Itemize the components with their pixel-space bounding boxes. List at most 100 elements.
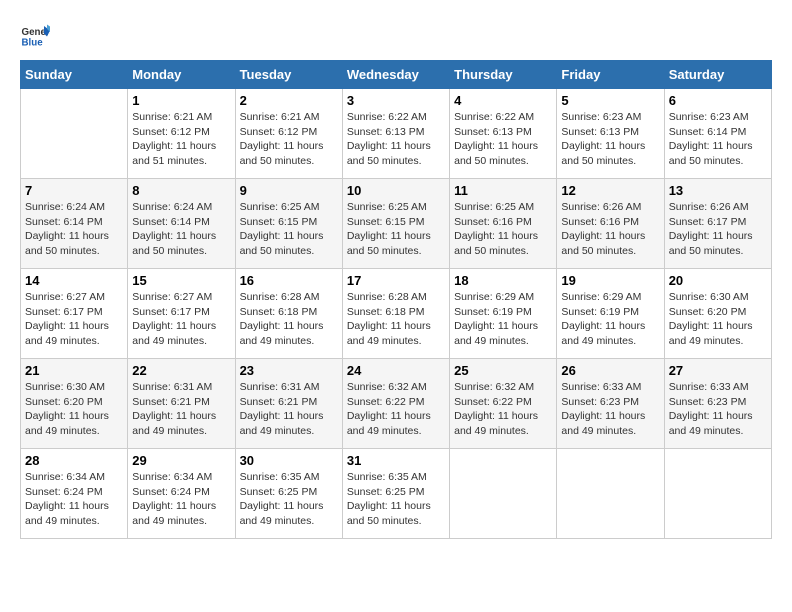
day-info: Sunrise: 6:22 AM Sunset: 6:13 PM Dayligh…: [347, 110, 445, 169]
calendar-cell: 15 Sunrise: 6:27 AM Sunset: 6:17 PM Dayli…: [128, 269, 235, 359]
calendar-cell: 21 Sunrise: 6:30 AM Sunset: 6:20 PM Dayli…: [21, 359, 128, 449]
week-row-2: 7 Sunrise: 6:24 AM Sunset: 6:14 PM Daylig…: [21, 179, 772, 269]
day-number: 2: [240, 93, 338, 108]
week-row-3: 14 Sunrise: 6:27 AM Sunset: 6:17 PM Dayli…: [21, 269, 772, 359]
day-info: Sunrise: 6:32 AM Sunset: 6:22 PM Dayligh…: [454, 380, 552, 439]
day-info: Sunrise: 6:31 AM Sunset: 6:21 PM Dayligh…: [240, 380, 338, 439]
calendar-cell: 24Sunrise: 6:32 AM Sunset: 6:22 PM Dayli…: [342, 359, 449, 449]
day-info: Sunrise: 6:27 AM Sunset: 6:17 PM Dayligh…: [25, 290, 123, 349]
calendar-cell: 23 Sunrise: 6:31 AM Sunset: 6:21 PM Dayli…: [235, 359, 342, 449]
calendar-cell: 4 Sunrise: 6:22 AM Sunset: 6:13 PM Daylig…: [450, 89, 557, 179]
calendar-cell: 17 Sunrise: 6:28 AM Sunset: 6:18 PM Dayli…: [342, 269, 449, 359]
day-number: 23: [240, 363, 338, 378]
day-info: Sunrise: 6:24 AM Sunset: 6:14 PM Dayligh…: [25, 200, 123, 259]
day-info: Sunrise: 6:22 AM Sunset: 6:13 PM Dayligh…: [454, 110, 552, 169]
day-info: Sunrise: 6:33 AM Sunset: 6:23 PM Dayligh…: [561, 380, 659, 439]
calendar-cell: 31 Sunrise: 6:35 AM Sunset: 6:25 PM Dayli…: [342, 449, 449, 539]
day-number: 4: [454, 93, 552, 108]
day-number: 26: [561, 363, 659, 378]
calendar-cell: 14 Sunrise: 6:27 AM Sunset: 6:17 PM Dayli…: [21, 269, 128, 359]
calendar-cell: 8Sunrise: 6:24 AM Sunset: 6:14 PM Daylig…: [128, 179, 235, 269]
day-info: Sunrise: 6:28 AM Sunset: 6:18 PM Dayligh…: [347, 290, 445, 349]
calendar-cell: 7 Sunrise: 6:24 AM Sunset: 6:14 PM Daylig…: [21, 179, 128, 269]
day-number: 18: [454, 273, 552, 288]
day-number: 27: [669, 363, 767, 378]
day-info: Sunrise: 6:28 AM Sunset: 6:18 PM Dayligh…: [240, 290, 338, 349]
day-number: 15: [132, 273, 230, 288]
day-number: 6: [669, 93, 767, 108]
calendar-cell: 28Sunrise: 6:34 AM Sunset: 6:24 PM Dayli…: [21, 449, 128, 539]
day-number: 9: [240, 183, 338, 198]
calendar-cell: 22 Sunrise: 6:31 AM Sunset: 6:21 PM Dayli…: [128, 359, 235, 449]
calendar-cell: 18 Sunrise: 6:29 AM Sunset: 6:19 PM Dayli…: [450, 269, 557, 359]
header-wednesday: Wednesday: [342, 61, 449, 89]
calendar-cell: 6 Sunrise: 6:23 AM Sunset: 6:14 PM Daylig…: [664, 89, 771, 179]
day-info: Sunrise: 6:25 AM Sunset: 6:16 PM Dayligh…: [454, 200, 552, 259]
calendar-cell: 27 Sunrise: 6:33 AM Sunset: 6:23 PM Dayli…: [664, 359, 771, 449]
header-sunday: Sunday: [21, 61, 128, 89]
day-number: 19: [561, 273, 659, 288]
day-number: 21: [25, 363, 123, 378]
day-number: 28: [25, 453, 123, 468]
calendar-cell: 9 Sunrise: 6:25 AM Sunset: 6:15 PM Daylig…: [235, 179, 342, 269]
week-row-1: 1 Sunrise: 6:21 AM Sunset: 6:12 PM Daylig…: [21, 89, 772, 179]
day-info: Sunrise: 6:31 AM Sunset: 6:21 PM Dayligh…: [132, 380, 230, 439]
day-info: Sunrise: 6:25 AM Sunset: 6:15 PM Dayligh…: [240, 200, 338, 259]
logo: General Blue: [20, 20, 50, 50]
day-info: Sunrise: 6:26 AM Sunset: 6:17 PM Dayligh…: [669, 200, 767, 259]
day-info: Sunrise: 6:21 AM Sunset: 6:12 PM Dayligh…: [132, 110, 230, 169]
day-number: 10: [347, 183, 445, 198]
header-monday: Monday: [128, 61, 235, 89]
day-number: 3: [347, 93, 445, 108]
day-number: 29: [132, 453, 230, 468]
calendar-cell: 11Sunrise: 6:25 AM Sunset: 6:16 PM Dayli…: [450, 179, 557, 269]
day-number: 12: [561, 183, 659, 198]
calendar-cell: 3 Sunrise: 6:22 AM Sunset: 6:13 PM Daylig…: [342, 89, 449, 179]
header-thursday: Thursday: [450, 61, 557, 89]
header-friday: Friday: [557, 61, 664, 89]
calendar-cell: 29Sunrise: 6:34 AM Sunset: 6:24 PM Dayli…: [128, 449, 235, 539]
day-number: 30: [240, 453, 338, 468]
day-number: 31: [347, 453, 445, 468]
calendar-cell: [450, 449, 557, 539]
calendar-cell: 25 Sunrise: 6:32 AM Sunset: 6:22 PM Dayli…: [450, 359, 557, 449]
day-number: 20: [669, 273, 767, 288]
day-number: 22: [132, 363, 230, 378]
calendar-cell: 26 Sunrise: 6:33 AM Sunset: 6:23 PM Dayli…: [557, 359, 664, 449]
calendar-cell: 2 Sunrise: 6:21 AM Sunset: 6:12 PM Daylig…: [235, 89, 342, 179]
day-number: 25: [454, 363, 552, 378]
calendar-table: SundayMondayTuesdayWednesdayThursdayFrid…: [20, 60, 772, 539]
header-tuesday: Tuesday: [235, 61, 342, 89]
day-info: Sunrise: 6:30 AM Sunset: 6:20 PM Dayligh…: [669, 290, 767, 349]
calendar-cell: [21, 89, 128, 179]
calendar-cell: 10 Sunrise: 6:25 AM Sunset: 6:15 PM Dayli…: [342, 179, 449, 269]
logo-icon: General Blue: [20, 20, 50, 50]
day-info: Sunrise: 6:35 AM Sunset: 6:25 PM Dayligh…: [347, 470, 445, 529]
svg-text:Blue: Blue: [22, 38, 44, 49]
day-info: Sunrise: 6:30 AM Sunset: 6:20 PM Dayligh…: [25, 380, 123, 439]
calendar-cell: 16 Sunrise: 6:28 AM Sunset: 6:18 PM Dayli…: [235, 269, 342, 359]
day-info: Sunrise: 6:23 AM Sunset: 6:13 PM Dayligh…: [561, 110, 659, 169]
day-info: Sunrise: 6:33 AM Sunset: 6:23 PM Dayligh…: [669, 380, 767, 439]
day-number: 1: [132, 93, 230, 108]
header-saturday: Saturday: [664, 61, 771, 89]
day-info: Sunrise: 6:32 AM Sunset: 6:22 PM Dayligh…: [347, 380, 445, 439]
day-number: 16: [240, 273, 338, 288]
calendar-cell: 13Sunrise: 6:26 AM Sunset: 6:17 PM Dayli…: [664, 179, 771, 269]
calendar-cell: 19 Sunrise: 6:29 AM Sunset: 6:19 PM Dayli…: [557, 269, 664, 359]
calendar-cell: [557, 449, 664, 539]
calendar-cell: 30Sunrise: 6:35 AM Sunset: 6:25 PM Dayli…: [235, 449, 342, 539]
day-info: Sunrise: 6:29 AM Sunset: 6:19 PM Dayligh…: [454, 290, 552, 349]
day-number: 5: [561, 93, 659, 108]
day-number: 8: [132, 183, 230, 198]
week-row-5: 28Sunrise: 6:34 AM Sunset: 6:24 PM Dayli…: [21, 449, 772, 539]
week-row-4: 21 Sunrise: 6:30 AM Sunset: 6:20 PM Dayli…: [21, 359, 772, 449]
day-number: 7: [25, 183, 123, 198]
day-number: 14: [25, 273, 123, 288]
day-info: Sunrise: 6:23 AM Sunset: 6:14 PM Dayligh…: [669, 110, 767, 169]
day-number: 17: [347, 273, 445, 288]
day-info: Sunrise: 6:21 AM Sunset: 6:12 PM Dayligh…: [240, 110, 338, 169]
day-info: Sunrise: 6:29 AM Sunset: 6:19 PM Dayligh…: [561, 290, 659, 349]
day-info: Sunrise: 6:27 AM Sunset: 6:17 PM Dayligh…: [132, 290, 230, 349]
day-info: Sunrise: 6:25 AM Sunset: 6:15 PM Dayligh…: [347, 200, 445, 259]
